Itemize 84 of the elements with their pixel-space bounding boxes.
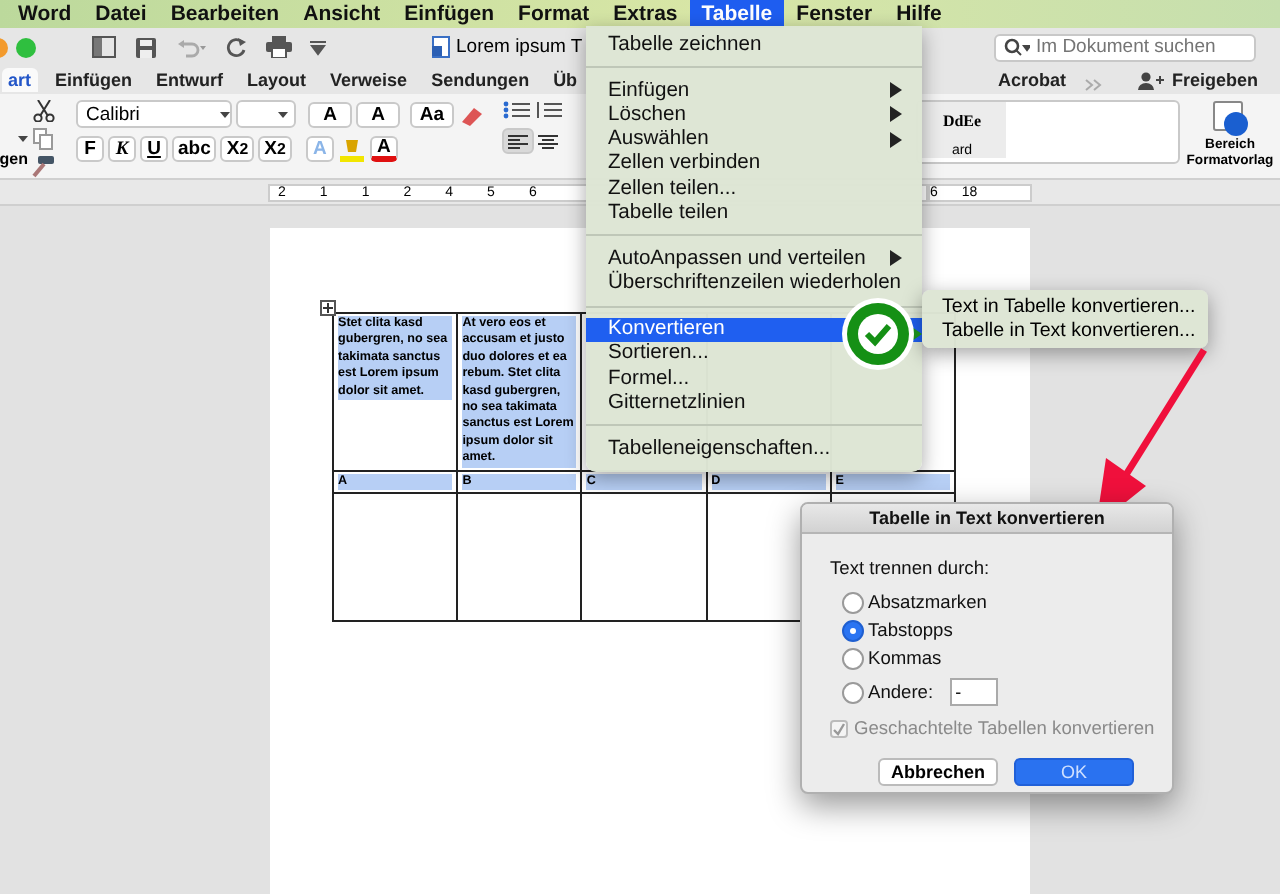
menu-bar-item[interactable]: Tabelle	[689, 0, 785, 28]
share-button[interactable]: Freigeben	[1131, 68, 1264, 92]
menu-item[interactable]: Löschen	[586, 102, 922, 128]
check-badge-icon	[840, 296, 922, 372]
radio-button[interactable]	[842, 647, 864, 669]
font-color-button[interactable]: A	[369, 136, 398, 162]
ribbon-tab[interactable]: art	[2, 68, 38, 92]
ribbon-tab[interactable]: Sendungen	[425, 68, 536, 92]
bullet-list-icon[interactable]	[502, 100, 530, 120]
radio-button[interactable]	[842, 619, 864, 641]
ribbon-tab[interactable]: Verweise	[324, 68, 414, 92]
group-label: Text trennen durch:	[830, 558, 992, 578]
menu-item[interactable]: Überschriftenzeilen wiederholen	[586, 271, 922, 296]
radio-button[interactable]	[842, 591, 864, 613]
font-name-field[interactable]: Calibri	[76, 100, 232, 128]
shrink-font-button[interactable]: A	[356, 101, 400, 127]
ribbon-tab[interactable]: Üb	[547, 68, 584, 92]
caret-icon[interactable]	[18, 136, 28, 142]
format-button[interactable]: F	[76, 136, 104, 162]
styles-pane-icon[interactable]	[1212, 100, 1248, 136]
menu-bar-item[interactable]: Einfügen	[392, 0, 507, 28]
radio-label[interactable]: Absatzmarken	[868, 592, 987, 612]
document-icon	[432, 36, 450, 58]
radio-label[interactable]: Tabstopps	[868, 620, 953, 640]
radio-label[interactable]: Andere:	[868, 682, 934, 702]
menu-bar-item[interactable]: Hilfe	[884, 0, 954, 28]
app-menu[interactable]: Word	[6, 0, 84, 28]
cancel-button[interactable]: Abbrechen	[878, 758, 998, 786]
scissors-icon[interactable]	[32, 100, 56, 122]
menu-item[interactable]: Gitternetzlinien	[586, 390, 766, 415]
search-icon[interactable]	[1004, 38, 1030, 56]
format-button[interactable]: U	[140, 136, 168, 162]
paste-button[interactable]: gen	[0, 150, 28, 168]
format-button[interactable]: K	[108, 136, 136, 162]
menu-bar-item[interactable]: Bearbeiten	[158, 0, 292, 28]
submenu-item[interactable]: Tabelle in Text konvertieren...	[922, 319, 1208, 344]
radio-label[interactable]: Kommas	[868, 648, 942, 668]
ribbon-tab[interactable]: Einfügen	[49, 68, 139, 92]
numbered-list-icon[interactable]	[534, 100, 562, 120]
submenu-item[interactable]: Text in Tabelle konvertieren...	[922, 294, 1208, 319]
menu-item[interactable]: AutoAnpassen und verteilen	[586, 246, 922, 271]
table-move-handle-icon[interactable]	[320, 300, 336, 316]
print-icon[interactable]	[266, 36, 292, 58]
menu-bar-item[interactable]: Format	[506, 0, 602, 28]
menu-bar-item[interactable]: Ansicht	[291, 0, 393, 28]
dialog-title: Tabelle in Text konvertieren	[802, 504, 1172, 534]
search-field[interactable]: Im Dokument suchen	[994, 33, 1256, 61]
menu-item[interactable]: Auswählen	[586, 127, 922, 152]
other-separator-field[interactable]: -	[949, 678, 998, 706]
menu-item[interactable]: Formel...	[586, 366, 710, 391]
submenu-arrow-icon	[890, 250, 902, 267]
caret-icon[interactable]	[220, 111, 230, 117]
zoom-dot-icon[interactable]	[16, 37, 36, 57]
format-painter-icon[interactable]	[32, 156, 56, 178]
menu-item[interactable]: Tabelle zeichnen	[586, 32, 782, 57]
menu-bar-item[interactable]: Datei	[83, 0, 159, 28]
change-case-button[interactable]: Aa	[410, 101, 454, 127]
ribbon-tab[interactable]: Entwurf	[150, 68, 230, 92]
format-button[interactable]: abc	[172, 136, 217, 162]
font-size-field[interactable]	[236, 100, 296, 128]
grow-font-button[interactable]: A	[308, 101, 352, 127]
menu-item[interactable]: Einfügen	[586, 78, 922, 103]
align-center-icon[interactable]	[538, 133, 558, 149]
customize-icon[interactable]	[310, 39, 326, 55]
radio-button[interactable]	[842, 681, 864, 703]
menu-item[interactable]: Tabelleneigenschaften...	[586, 436, 851, 462]
menu-item[interactable]: Zellen teilen...	[586, 175, 757, 201]
menu-item[interactable]: Zellen verbinden	[586, 151, 781, 176]
sidebar-icon[interactable]	[92, 36, 116, 58]
ribbon-tab[interactable]: Acrobat	[991, 68, 1072, 92]
align-left-button[interactable]	[502, 128, 534, 154]
caret-icon[interactable]	[278, 111, 288, 117]
menu-bar-item[interactable]: Fenster	[784, 0, 885, 28]
save-icon[interactable]	[134, 35, 158, 59]
align-left-icon	[508, 133, 528, 149]
document-title: Lorem ipsum T	[456, 36, 583, 58]
ribbon-tab[interactable]: Layout	[241, 68, 313, 92]
menu-bar-item[interactable]: Extras	[601, 0, 690, 28]
menu-item[interactable]: Tabelle teilen	[586, 200, 749, 225]
menu-item[interactable]: Sortieren...	[586, 341, 729, 367]
add-person-icon	[1137, 71, 1164, 89]
redo-icon[interactable]	[226, 36, 248, 58]
checkmark-icon	[832, 721, 846, 735]
eraser-icon[interactable]	[458, 103, 482, 125]
